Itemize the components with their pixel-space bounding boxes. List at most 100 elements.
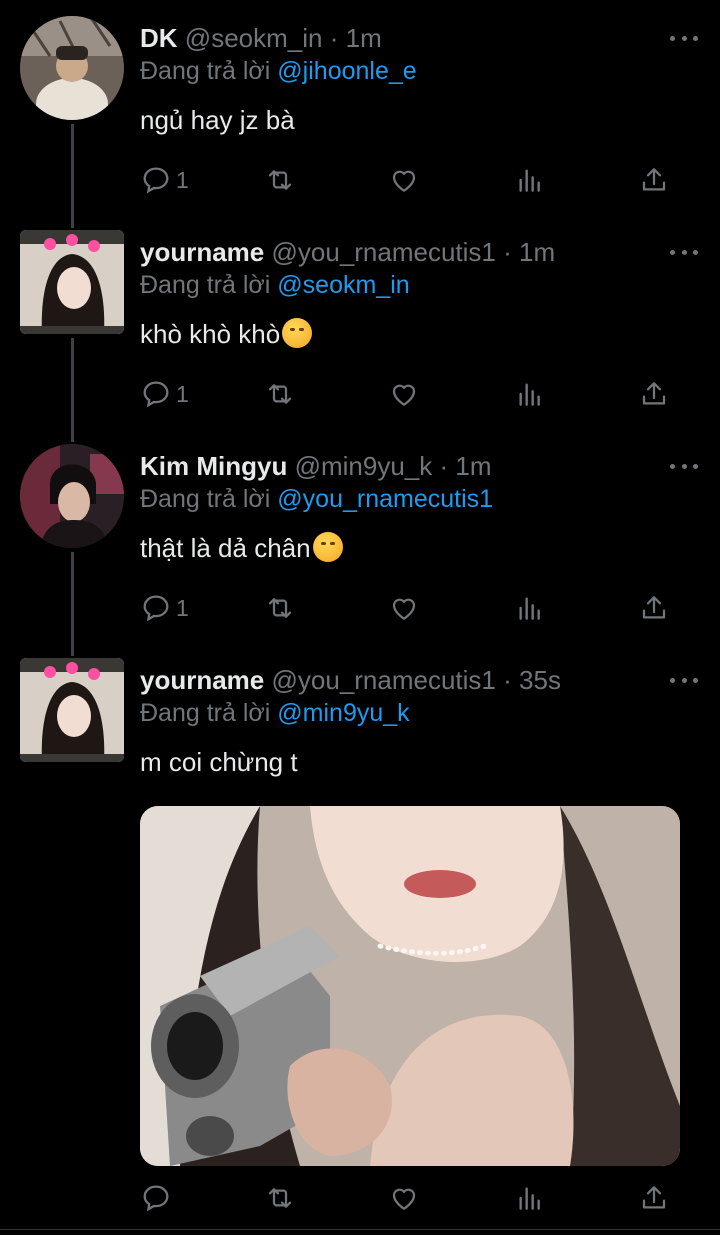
display-name[interactable]: DK <box>140 23 178 53</box>
photo-girl-holding-gun-icon <box>140 806 680 1166</box>
tweet-header: yourname @you_rnamecutis1 · 1m <box>140 236 698 268</box>
tweet-text-content: khò khò khò <box>140 319 281 349</box>
reply-prefix: Đang trả lời <box>140 485 271 513</box>
handle[interactable]: @you_rnamecutis1 <box>272 665 496 695</box>
reply-prefix: Đang trả lời <box>140 271 271 299</box>
reply-count: 1 <box>176 166 189 193</box>
like-button[interactable] <box>388 162 420 198</box>
reply-icon <box>143 381 169 408</box>
tweet-header: yourname @you_rnamecutis1 · 35s <box>140 664 698 696</box>
tweet-text: thật là dả chân <box>140 531 698 565</box>
avatar[interactable] <box>20 230 124 334</box>
avatar[interactable] <box>20 444 124 548</box>
separator: · <box>503 237 512 267</box>
views-button[interactable] <box>514 162 546 198</box>
reply-button[interactable]: 1 <box>140 162 189 198</box>
share-icon <box>642 1186 666 1209</box>
avatar[interactable] <box>20 658 124 762</box>
tweet-header: DK @seokm_in · 1m <box>140 22 698 54</box>
reply-mention-link[interactable]: @jihoonle_e <box>277 57 416 85</box>
reply-icon <box>143 595 169 622</box>
reply-icon <box>143 1185 169 1212</box>
views-icon <box>519 169 540 192</box>
tweet-text: khò khò khò <box>140 317 698 351</box>
tweet-text: m coi chừng t <box>140 747 298 777</box>
views-icon <box>519 1187 540 1210</box>
reply-prefix: Đang trả lời <box>140 699 271 727</box>
tweet-actions <box>140 1180 680 1216</box>
display-name[interactable]: Kim Mingyu <box>140 451 287 481</box>
retweet-icon <box>268 598 292 618</box>
reply-mention-link[interactable]: @min9yu_k <box>277 699 409 727</box>
thread-line <box>71 338 74 442</box>
retweet-icon <box>268 384 292 404</box>
tweet-actions: 1 <box>140 162 680 198</box>
tweet-actions: 1 <box>140 590 680 626</box>
retweet-button[interactable] <box>264 376 296 412</box>
smiling-face-emoji-icon <box>312 532 343 562</box>
like-icon <box>392 384 416 406</box>
tweet-actions: 1 <box>140 376 680 412</box>
share-icon <box>642 596 666 619</box>
share-icon <box>642 168 666 191</box>
handle[interactable]: @you_rnamecutis1 <box>272 237 496 267</box>
reply-count: 1 <box>176 594 189 621</box>
separator: · <box>503 665 512 695</box>
tweet-media-image[interactable] <box>140 806 680 1166</box>
tweet-text-content: thật là dả chân <box>140 533 311 563</box>
more-options-icon[interactable] <box>670 454 698 478</box>
retweet-button[interactable] <box>264 1180 296 1216</box>
handle[interactable]: @seokm_in <box>185 23 323 53</box>
separator: · <box>329 23 339 53</box>
retweet-button[interactable] <box>264 590 296 626</box>
like-button[interactable] <box>388 376 420 412</box>
reply-context: Đang trả lời @jihoonle_e <box>140 55 698 87</box>
thread-line <box>71 552 74 656</box>
thread-line <box>71 124 74 228</box>
reply-context: Đang trả lời @seokm_in <box>140 269 698 301</box>
like-icon <box>392 598 416 620</box>
retweet-icon <box>268 170 292 190</box>
like-icon <box>392 1188 416 1210</box>
reply-button[interactable] <box>140 1180 176 1216</box>
reply-icon <box>143 167 169 194</box>
views-button[interactable] <box>514 590 546 626</box>
drooling-face-emoji-icon <box>282 318 313 348</box>
tweet-text: ngủ hay jz bà <box>140 105 295 135</box>
display-name[interactable]: yourname <box>140 237 264 267</box>
share-icon <box>642 382 666 405</box>
timestamp[interactable]: 35s <box>519 665 561 695</box>
handle[interactable]: @min9yu_k <box>295 451 433 481</box>
reply-button[interactable]: 1 <box>140 376 189 412</box>
reply-context: Đang trả lời @you_rnamecutis1 <box>140 483 698 515</box>
timestamp[interactable]: 1m <box>346 23 382 53</box>
like-icon <box>392 170 416 192</box>
views-icon <box>519 383 540 406</box>
timestamp[interactable]: 1m <box>455 451 491 481</box>
timestamp[interactable]: 1m <box>519 237 555 267</box>
divider <box>0 1229 720 1230</box>
more-options-icon[interactable] <box>670 240 698 264</box>
share-button[interactable] <box>638 1180 670 1216</box>
views-button[interactable] <box>514 1180 546 1216</box>
display-name[interactable]: yourname <box>140 665 264 695</box>
reply-button[interactable]: 1 <box>140 590 189 626</box>
share-button[interactable] <box>638 590 670 626</box>
separator: · <box>439 451 449 481</box>
views-icon <box>519 597 540 620</box>
share-button[interactable] <box>638 162 670 198</box>
more-options-icon[interactable] <box>670 668 698 692</box>
retweet-icon <box>268 1188 292 1208</box>
like-button[interactable] <box>388 590 420 626</box>
retweet-button[interactable] <box>264 162 296 198</box>
views-button[interactable] <box>514 376 546 412</box>
reply-prefix: Đang trả lời <box>140 57 271 85</box>
share-button[interactable] <box>638 376 670 412</box>
tweet-header: Kim Mingyu @min9yu_k · 1m <box>140 450 698 482</box>
reply-mention-link[interactable]: @you_rnamecutis1 <box>277 485 493 513</box>
like-button[interactable] <box>388 1180 420 1216</box>
more-options-icon[interactable] <box>670 26 698 50</box>
reply-mention-link[interactable]: @seokm_in <box>277 271 409 299</box>
avatar[interactable] <box>20 16 124 120</box>
reply-count: 1 <box>176 380 189 407</box>
